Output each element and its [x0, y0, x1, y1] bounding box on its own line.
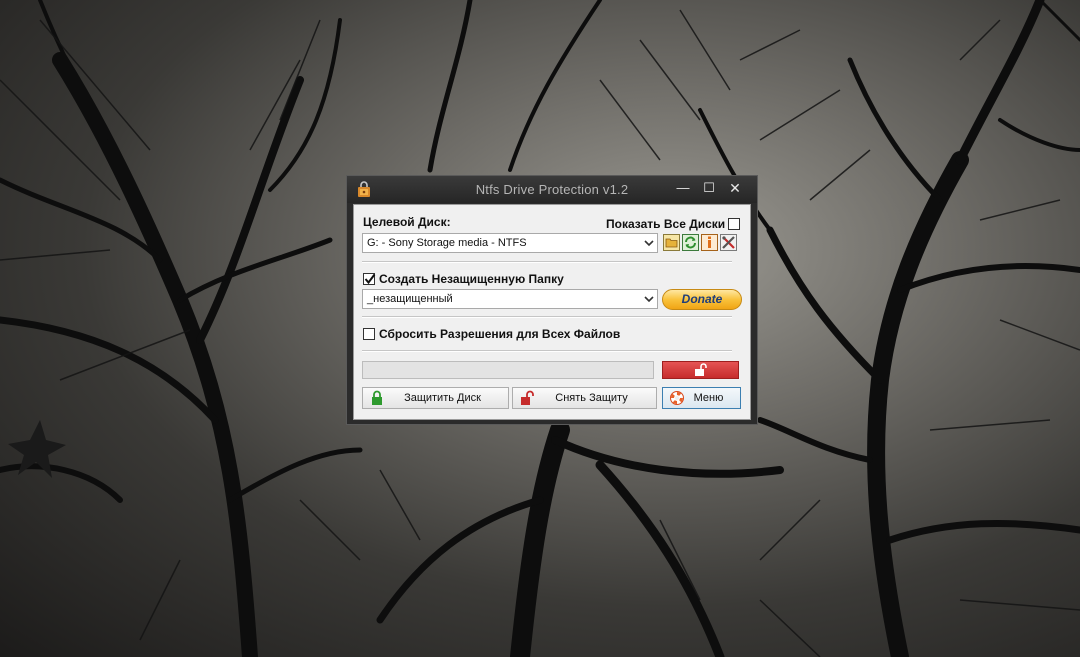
tools-icon[interactable]: [720, 234, 737, 251]
create-unprotected-folder-label: Создать Незащищенную Папку: [379, 272, 564, 286]
reset-permissions-checkbox[interactable]: [363, 328, 375, 340]
separator: [362, 350, 732, 352]
separator: [362, 261, 732, 263]
show-all-disks-checkbox[interactable]: [728, 218, 740, 230]
unlocked-padlock-icon: [695, 363, 707, 376]
lock-state-indicator: [662, 361, 739, 379]
donate-label: Donate: [681, 292, 723, 306]
chevron-down-icon: [644, 240, 654, 247]
progress-bar: [362, 361, 654, 379]
reset-permissions-label: Сбросить Разрешения для Всех Файлов: [379, 327, 621, 341]
refresh-icon[interactable]: [682, 234, 699, 251]
protect-disk-button[interactable]: Защитить Диск: [362, 387, 509, 409]
target-disk-value: G: - Sony Storage media - NTFS: [367, 237, 527, 249]
close-button[interactable]: ✕: [722, 178, 748, 198]
remove-protection-label: Снять Защиту: [555, 392, 628, 404]
separator: [362, 316, 732, 318]
unprotected-folder-value: _незащищенный: [367, 293, 453, 305]
target-disk-label: Целевой Диск:: [363, 215, 451, 229]
menu-button[interactable]: Меню: [662, 387, 741, 409]
remove-protection-button[interactable]: Снять Защиту: [512, 387, 657, 409]
info-icon[interactable]: [701, 234, 718, 251]
unprotected-folder-combobox[interactable]: _незащищенный: [362, 289, 658, 309]
folder-icon[interactable]: [663, 234, 680, 251]
target-disk-combobox[interactable]: G: - Sony Storage media - NTFS: [362, 233, 658, 253]
show-all-disks-label: Показать Все Диски: [606, 217, 726, 231]
create-unprotected-folder-checkbox[interactable]: [363, 273, 376, 285]
minimize-button[interactable]: —: [670, 178, 696, 198]
chevron-down-icon: [644, 296, 654, 303]
menu-label: Меню: [693, 392, 724, 404]
donate-button[interactable]: Donate: [662, 289, 742, 310]
protect-disk-label: Защитить Диск: [404, 392, 481, 404]
client-area: Целевой Диск: Показать Все Диски G: - So…: [353, 204, 751, 420]
title-bar[interactable]: Ntfs Drive Protection v1.2 — ☐ ✕: [347, 176, 757, 203]
checkmark-icon: [364, 273, 376, 285]
maximize-button[interactable]: ☐: [696, 178, 722, 198]
app-window: Ntfs Drive Protection v1.2 — ☐ ✕ Целевой…: [346, 175, 758, 425]
